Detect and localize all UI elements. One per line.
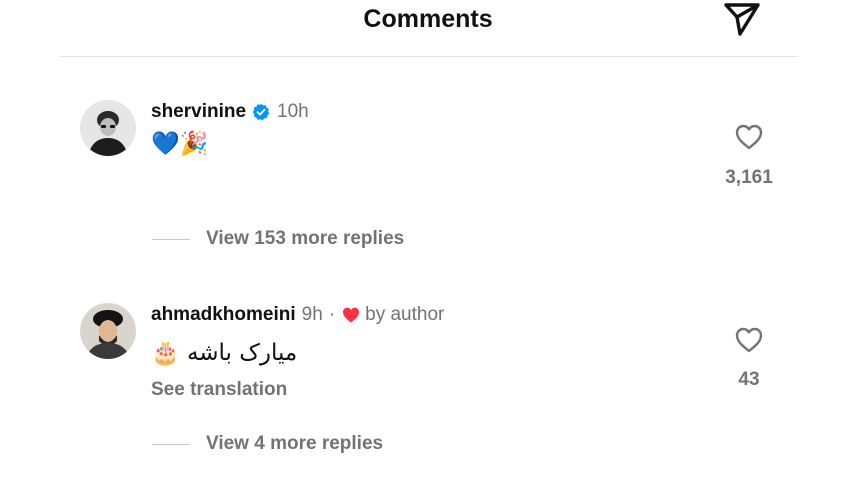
comment-text: میارک باشه 🎂: [151, 340, 298, 366]
paper-plane-icon: [724, 3, 760, 36]
like-count: 3,161: [725, 167, 773, 188]
comment-meta: shervinine 10h: [151, 100, 309, 124]
avatar[interactable]: [80, 303, 136, 359]
like-button[interactable]: [733, 325, 765, 355]
username[interactable]: shervinine: [151, 101, 246, 123]
view-replies-label: View 153 more replies: [206, 228, 405, 249]
comment-meta: ahmadkhomeini 9h · by author: [151, 303, 444, 327]
like-button[interactable]: [733, 122, 765, 152]
comment-timestamp: 9h: [301, 304, 323, 325]
comments-screen: Comments shervinine 10h 💙🎉 3,161 View 15…: [0, 0, 856, 482]
view-replies-button[interactable]: View 4 more replies: [152, 432, 383, 456]
meta-separator: ·: [328, 304, 336, 325]
share-button[interactable]: [720, 0, 764, 38]
view-replies-button[interactable]: View 153 more replies: [152, 227, 404, 251]
see-translation-button[interactable]: See translation: [151, 379, 287, 401]
replies-divider-line: [152, 238, 190, 240]
heart-outline-icon: [735, 124, 763, 150]
comment-timestamp: 10h: [277, 101, 309, 122]
heart-filled-icon: [341, 305, 361, 325]
username[interactable]: ahmadkhomeini: [151, 304, 296, 326]
heart-outline-icon: [735, 327, 763, 353]
avatar[interactable]: [80, 100, 136, 156]
replies-divider-line: [152, 443, 190, 445]
like-count: 43: [738, 369, 760, 390]
view-replies-label: View 4 more replies: [206, 433, 384, 454]
comment-text: 💙🎉: [151, 131, 209, 157]
cleric-avatar: [80, 303, 136, 359]
verified-badge-icon: [252, 103, 270, 121]
liked-by-author-label: by author: [365, 304, 445, 325]
header-divider: [60, 56, 798, 57]
man-with-glasses-avatar: [80, 100, 136, 156]
